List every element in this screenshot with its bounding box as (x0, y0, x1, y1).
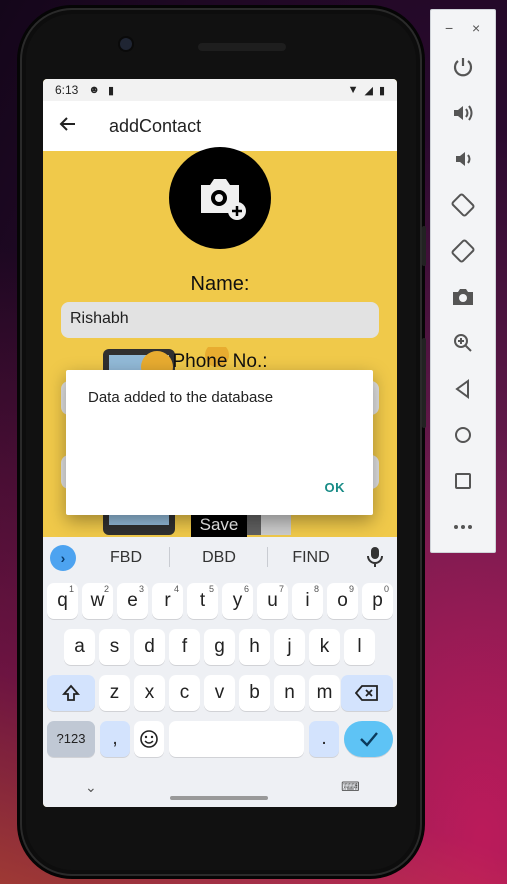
dialog-message: Data added to the database (88, 389, 274, 406)
key-a[interactable]: a (64, 629, 95, 665)
shift-icon (62, 684, 80, 701)
keyboard-switch-icon[interactable]: ⌨ (341, 779, 360, 795)
power-side-button (422, 226, 426, 266)
microphone-icon[interactable] (366, 546, 384, 568)
overview-icon[interactable] (450, 468, 476, 494)
alert-dialog: Data added to the database OK (66, 370, 373, 515)
more-icon[interactable] (450, 514, 476, 540)
suggestion-bar: › FBD DBD FIND (43, 537, 397, 577)
key-l[interactable]: l (344, 629, 375, 665)
emoji-icon (140, 730, 158, 748)
rotate-left-icon[interactable] (450, 192, 476, 218)
soft-keyboard: › FBD DBD FIND q1w2e3r4t5y6u7i8o9p0 asdf… (43, 537, 397, 807)
zoom-icon[interactable] (450, 330, 476, 356)
hide-keyboard-icon[interactable]: ⌄ (85, 779, 97, 796)
key-x[interactable]: x (134, 675, 165, 711)
key-t[interactable]: t5 (187, 583, 218, 619)
key-number-hint: 3 (138, 584, 144, 594)
expand-toolbar-icon[interactable]: › (50, 545, 76, 571)
home-icon[interactable] (450, 422, 476, 448)
key-y[interactable]: y6 (222, 583, 253, 619)
front-camera (120, 38, 132, 50)
key-m[interactable]: m (309, 675, 340, 711)
battery-icon: ▮ (378, 84, 385, 97)
key-number-hint: 2 (103, 584, 109, 594)
status-bar: 6:13 ☻ ▮ ▼ ◢ ▮ (43, 79, 397, 101)
comma-key[interactable]: , (100, 721, 130, 757)
key-n[interactable]: n (274, 675, 305, 711)
key-b[interactable]: b (239, 675, 270, 711)
period-key[interactable]: . (309, 721, 339, 757)
key-h[interactable]: h (239, 629, 270, 665)
suggestion-item[interactable]: FBD (86, 549, 166, 567)
key-i[interactable]: i8 (292, 583, 323, 619)
key-number-hint: 4 (173, 584, 179, 594)
symbols-key[interactable]: ?123 (47, 721, 95, 757)
key-z[interactable]: z (99, 675, 130, 711)
suggestion-item[interactable]: DBD (179, 549, 259, 567)
checkmark-icon (359, 732, 378, 747)
back-arrow-icon[interactable] (59, 113, 89, 139)
home-gesture-pill[interactable] (170, 796, 268, 800)
rotate-right-icon[interactable] (450, 238, 476, 264)
key-g[interactable]: g (204, 629, 235, 665)
volume-up-icon[interactable] (450, 100, 476, 126)
key-number-hint: 9 (348, 584, 354, 594)
key-w[interactable]: w2 (82, 583, 113, 619)
dialog-ok-button[interactable]: OK (325, 480, 346, 495)
enter-key[interactable] (344, 721, 393, 757)
space-key[interactable] (169, 721, 304, 757)
key-q[interactable]: q1 (47, 583, 78, 619)
key-number-hint: 8 (313, 584, 319, 594)
key-number-hint: 7 (278, 584, 284, 594)
key-u[interactable]: u7 (257, 583, 288, 619)
key-s[interactable]: s (99, 629, 130, 665)
suggestion-divider (267, 547, 268, 567)
backspace-key[interactable] (341, 675, 393, 711)
key-f[interactable]: f (169, 629, 200, 665)
key-number-hint: 6 (243, 584, 249, 594)
signal-icon: ◢ (364, 84, 373, 97)
page-title: addContact (109, 115, 202, 136)
volume-down-icon[interactable] (450, 146, 476, 172)
emoji-key[interactable] (134, 721, 164, 757)
wifi-icon: ▼ (347, 84, 359, 96)
keyboard-nav-row: ⌄ ⌨ (43, 775, 397, 807)
key-e[interactable]: e3 (117, 583, 148, 619)
minimize-icon[interactable]: − (445, 20, 453, 36)
suggestion-item[interactable]: FIND (271, 549, 351, 567)
key-d[interactable]: d (134, 629, 165, 665)
key-number-hint: 5 (208, 584, 214, 594)
device-screen: 6:13 ☻ ▮ ▼ ◢ ▮ addContact Name: Rishabh (43, 79, 397, 807)
sd-card-icon: ▮ (107, 84, 114, 97)
key-j[interactable]: j (274, 629, 305, 665)
key-number-hint: 1 (68, 584, 74, 594)
back-icon[interactable] (450, 376, 476, 402)
shift-key[interactable] (47, 675, 95, 711)
key-k[interactable]: k (309, 629, 340, 665)
key-v[interactable]: v (204, 675, 235, 711)
suggestion-divider (169, 547, 170, 567)
camera-icon[interactable] (450, 284, 476, 310)
status-time: 6:13 (55, 83, 79, 97)
emulator-control-panel: − × (430, 9, 496, 553)
notification-icon: ☻ (88, 84, 100, 96)
backspace-icon (354, 685, 378, 701)
app-bar: addContact (43, 101, 397, 151)
earpiece-speaker (198, 43, 286, 51)
key-r[interactable]: r4 (152, 583, 183, 619)
key-c[interactable]: c (169, 675, 200, 711)
key-o[interactable]: o9 (327, 583, 358, 619)
close-icon[interactable]: × (472, 20, 480, 36)
volume-side-button (422, 338, 426, 428)
power-icon[interactable] (450, 54, 476, 80)
panel-title-bar: − × (431, 10, 497, 50)
key-p[interactable]: p0 (362, 583, 393, 619)
key-number-hint: 0 (383, 584, 389, 594)
